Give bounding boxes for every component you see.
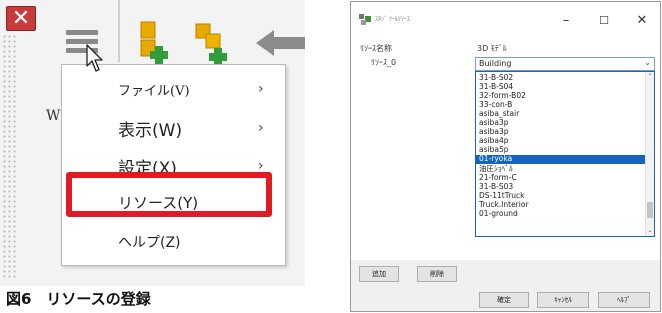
highlight-frame — [66, 172, 272, 217]
list-item-selected[interactable]: 01-ryoka — [476, 154, 646, 164]
column-header-resource-name: ﾘｿｰｽ名称 — [360, 44, 392, 53]
background-text: W — [46, 108, 61, 124]
menu-item-label: ファイル(V) — [118, 83, 190, 99]
mouse-cursor-icon — [86, 44, 108, 74]
back-arrow-icon[interactable] — [254, 28, 305, 58]
menu-item-view[interactable]: 表示(W) › — [62, 109, 285, 147]
maximize-button[interactable]: ☐ — [591, 10, 617, 30]
minimize-button[interactable]: – — [553, 10, 579, 30]
menu-item-file[interactable]: ファイル(V) › — [62, 70, 285, 108]
cancel-button[interactable]: ｷｬﾝｾﾙ — [537, 292, 589, 308]
combo-value: Building — [479, 59, 512, 68]
scroll-down-icon[interactable]: ⌄ — [646, 227, 654, 235]
window-title: ｽﾀｼﾞ ﾂｰﾙﾘｿｰｽ — [375, 16, 410, 23]
add-button[interactable]: 追加 — [359, 266, 399, 282]
app-window-left: ✕ W ファイル(V) › 表示(W) › 設定(X) › リソース(Y) ヘル… — [0, 0, 305, 286]
add-resource-alt-icon[interactable] — [192, 22, 242, 70]
resource-dialog: ｽﾀｼﾞ ﾂｰﾙﾘｿｰｽ – ☐ ✕ ﾘｿｰｽ名称 3D ﾓﾃﾞﾙ ﾘｿｰｽ_0… — [350, 1, 661, 312]
dropdown-menu: ファイル(V) › 表示(W) › 設定(X) › リソース(Y) ヘルプ(Z) — [61, 64, 286, 266]
title-bar: ｽﾀｼﾞ ﾂｰﾙﾘｿｰｽ – ☐ ✕ — [351, 2, 660, 38]
close-icon[interactable]: ✕ — [6, 6, 36, 31]
app-icon — [359, 14, 371, 25]
scroll-up-icon[interactable]: ⌃ — [646, 73, 654, 81]
close-glyph: ✕ — [11, 5, 31, 31]
close-button[interactable]: ✕ — [629, 10, 655, 30]
chevron-right-icon: › — [258, 120, 264, 136]
list-item[interactable]: 01-ground — [476, 209, 646, 219]
scrollbar[interactable]: ⌃ ⌄ — [645, 72, 654, 236]
figure-caption: 図6 リソースの登録 — [6, 290, 151, 308]
model-dropdown-list[interactable]: 31-B-S02 31-B-S04 32-form-B02 33-con-B a… — [475, 71, 655, 237]
menu-item-label: ヘルプ(Z) — [118, 235, 181, 251]
column-header-3d-model: 3D ﾓﾃﾞﾙ — [477, 44, 507, 53]
model-combobox[interactable]: Building ⌄ — [475, 57, 655, 71]
help-button[interactable]: ﾍﾙﾌﾟ — [598, 292, 650, 308]
menu-item-help[interactable]: ヘルプ(Z) — [62, 223, 285, 261]
ok-button[interactable]: 確定 — [479, 292, 529, 308]
resource-name-cell[interactable]: ﾘｿｰｽ_0 — [371, 57, 396, 68]
dotted-sidebar — [2, 34, 18, 278]
scrollbar-thumb[interactable] — [647, 202, 653, 218]
menu-item-label: 表示(W) — [118, 120, 183, 141]
chevron-down-icon: ⌄ — [644, 58, 651, 67]
delete-button[interactable]: 削除 — [417, 266, 457, 282]
add-resource-icon[interactable] — [135, 20, 185, 68]
chevron-right-icon: › — [258, 81, 264, 97]
toolbar-divider — [118, 0, 120, 62]
